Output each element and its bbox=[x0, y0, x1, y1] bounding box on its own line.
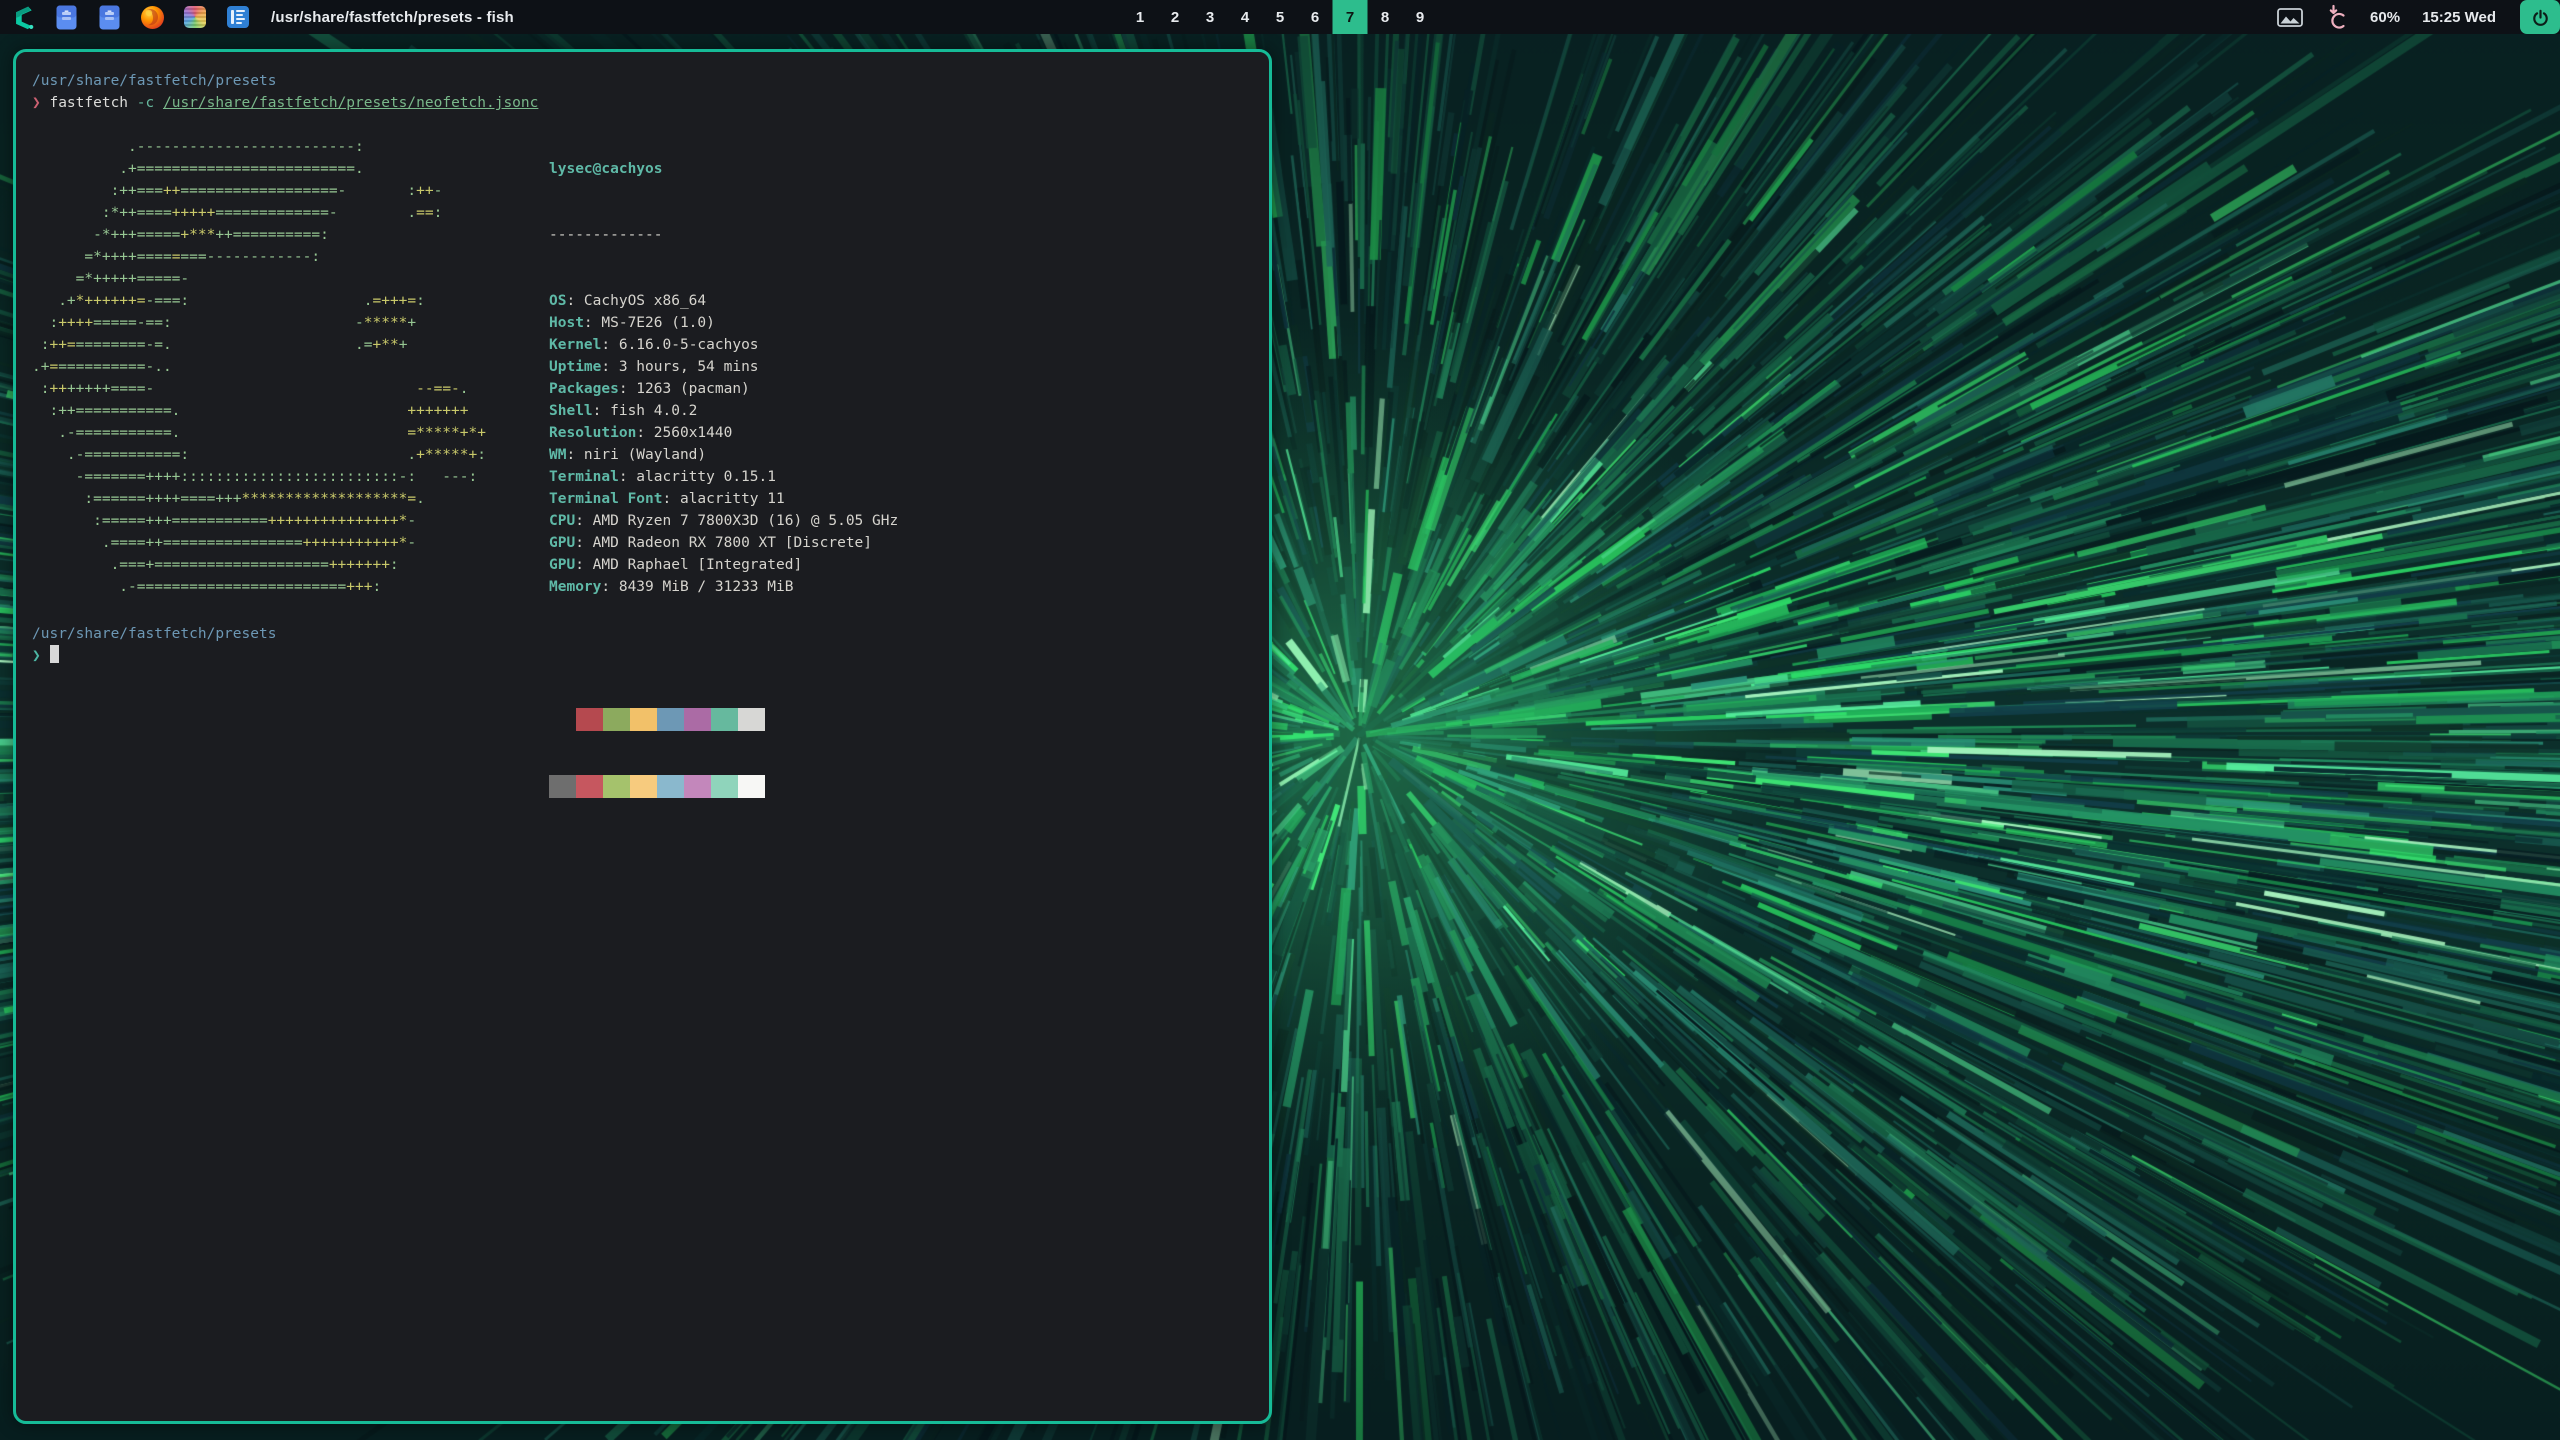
system-info: lysec@cachyos ------------- OS: CachyOS … bbox=[549, 114, 898, 886]
color-swatch bbox=[657, 708, 684, 731]
info-line: Shell: fish 4.0.2 bbox=[549, 400, 898, 422]
info-line: CPU: AMD Ryzen 7 7800X3D (16) @ 5.05 GHz bbox=[549, 510, 898, 532]
power-icon bbox=[2532, 9, 2549, 26]
command-argument: /usr/share/fastfetch/presets/neofetch.js… bbox=[163, 95, 538, 111]
color-swatch bbox=[711, 775, 738, 798]
updates-icon[interactable] bbox=[2325, 4, 2348, 30]
workspace-5[interactable]: 5 bbox=[1263, 0, 1298, 34]
color-swatch bbox=[576, 708, 603, 731]
color-swatch bbox=[630, 708, 657, 731]
palette-row-2 bbox=[549, 775, 898, 798]
fastfetch-title: lysec@cachyos bbox=[549, 158, 898, 180]
workspace-4[interactable]: 4 bbox=[1228, 0, 1263, 34]
workspace-6[interactable]: 6 bbox=[1298, 0, 1333, 34]
color-swatch bbox=[711, 708, 738, 731]
color-swatch bbox=[630, 775, 657, 798]
info-line: Terminal Font: alacritty 11 bbox=[549, 488, 898, 510]
launcher-group bbox=[0, 4, 251, 30]
info-line: Terminal: alacritty 0.15.1 bbox=[549, 466, 898, 488]
info-line: OS: CachyOS x86_64 bbox=[549, 290, 898, 312]
color-swatch bbox=[549, 775, 576, 798]
info-line: Kernel: 6.16.0-5-cachyos bbox=[549, 334, 898, 356]
color-swatch bbox=[684, 708, 711, 731]
color-swatch bbox=[576, 775, 603, 798]
terminal-cursor bbox=[50, 645, 59, 663]
command-line: ❯ fastfetch -c /usr/share/fastfetch/pres… bbox=[32, 92, 1261, 114]
info-line: Uptime: 3 hours, 54 mins bbox=[549, 356, 898, 378]
info-line: GPU: AMD Raphael [Integrated] bbox=[549, 554, 898, 576]
prompt-cwd: /usr/share/fastfetch/presets bbox=[32, 70, 1261, 92]
info-line: Host: MS-7E26 (1.0) bbox=[549, 312, 898, 334]
info-line: Memory: 8439 MiB / 31233 MiB bbox=[549, 576, 898, 598]
prompt-char-2: ❯ bbox=[32, 648, 41, 664]
workspace-switcher: 123456789 bbox=[1123, 0, 1438, 34]
workspace-9[interactable]: 9 bbox=[1403, 0, 1438, 34]
files-icon[interactable] bbox=[53, 4, 79, 30]
firefox-icon[interactable] bbox=[139, 4, 165, 30]
terminal-window[interactable]: /usr/share/fastfetch/presets ❯ fastfetch… bbox=[13, 49, 1272, 1424]
color-swatch bbox=[738, 708, 765, 731]
info-line: Resolution: 2560x1440 bbox=[549, 422, 898, 444]
color-swatch bbox=[603, 775, 630, 798]
cachyos-ascii-logo: .-------------------------: .+==========… bbox=[32, 136, 486, 598]
clock: 15:25 Wed bbox=[2422, 9, 2496, 26]
color-swatch bbox=[603, 708, 630, 731]
command-program: fastfetch bbox=[49, 95, 128, 111]
command-option: -c bbox=[137, 95, 154, 111]
cachyos-logo[interactable] bbox=[10, 4, 36, 30]
color-swatch bbox=[657, 775, 684, 798]
workspace-8[interactable]: 8 bbox=[1368, 0, 1403, 34]
picture-icon[interactable] bbox=[2277, 8, 2303, 27]
status-group: 60% 15:25 Wed bbox=[2277, 0, 2560, 34]
info-line: GPU: AMD Radeon RX 7800 XT [Discrete] bbox=[549, 532, 898, 554]
battery-status: 60% bbox=[2370, 9, 2400, 26]
files-icon-2[interactable] bbox=[96, 4, 122, 30]
focused-window-title: /usr/share/fastfetch/presets - fish bbox=[271, 9, 514, 26]
info-line: Packages: 1263 (pacman) bbox=[549, 378, 898, 400]
top-bar: /usr/share/fastfetch/presets - fish 1234… bbox=[0, 0, 2560, 34]
info-line: WM: niri (Wayland) bbox=[549, 444, 898, 466]
fastfetch-output: .-------------------------: .+==========… bbox=[32, 114, 1261, 623]
gallery-icon-tile bbox=[184, 6, 206, 28]
terminal-color-palette bbox=[549, 664, 898, 842]
palette-row-1 bbox=[549, 708, 898, 731]
prompt-char: ❯ bbox=[32, 95, 41, 111]
workspace-2[interactable]: 2 bbox=[1158, 0, 1193, 34]
color-swatch bbox=[549, 708, 576, 731]
color-swatch bbox=[738, 775, 765, 798]
power-button[interactable] bbox=[2520, 0, 2560, 34]
workspace-1[interactable]: 1 bbox=[1123, 0, 1158, 34]
fastfetch-entries: OS: CachyOS x86_64Host: MS-7E26 (1.0)Ker… bbox=[549, 290, 898, 598]
gallery-icon[interactable] bbox=[182, 4, 208, 30]
color-swatch bbox=[684, 775, 711, 798]
editor-icon[interactable] bbox=[225, 4, 251, 30]
fastfetch-separator: ------------- bbox=[549, 224, 898, 246]
workspace-7[interactable]: 7 bbox=[1333, 0, 1368, 34]
workspace-3[interactable]: 3 bbox=[1193, 0, 1228, 34]
